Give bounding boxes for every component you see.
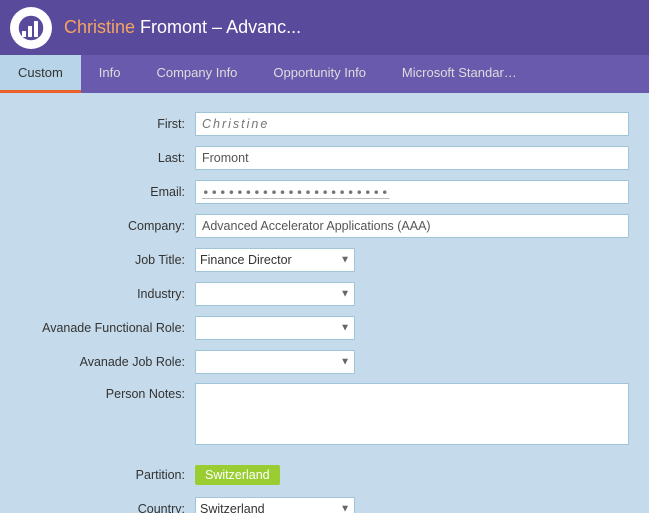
industry-field: ▼ [195,282,629,306]
person-notes-label: Person Notes: [20,383,195,401]
functional-role-select[interactable] [195,316,355,340]
tab-company-info[interactable]: Company Info [138,55,255,93]
email-row: Email: [20,179,629,205]
first-label: First: [20,117,195,131]
job-role-field: ▼ [195,350,629,374]
person-notes-field [195,383,629,448]
company-input[interactable] [195,214,629,238]
tab-bar: Custom Info Company Info Opportunity Inf… [0,55,649,93]
functional-role-select-wrapper: ▼ [195,316,355,340]
last-label: Last: [20,151,195,165]
email-field [195,180,629,204]
app-header: Christine Fromont – Advanc... [0,0,649,55]
person-notes-textarea[interactable] [195,383,629,445]
first-row: First: [20,111,629,137]
job-role-row: Avanade Job Role: ▼ [20,349,629,375]
first-field [195,112,629,136]
industry-select[interactable] [195,282,355,306]
country-field: Switzerland ▼ [195,497,629,513]
job-title-select[interactable]: Finance Director [195,248,355,272]
company-label: Company: [20,219,195,233]
contact-name: Christine [64,17,135,37]
tab-info[interactable]: Info [81,55,139,93]
header-subtitle: Fromont – Advanc... [135,17,301,37]
partition-field: Switzerland [195,465,629,485]
functional-role-field: ▼ [195,316,629,340]
job-role-select-wrapper: ▼ [195,350,355,374]
industry-label: Industry: [20,287,195,301]
company-field [195,214,629,238]
country-select[interactable]: Switzerland [195,497,355,513]
job-title-select-wrapper: Finance Director ▼ [195,248,355,272]
form-content: First: Last: Email: Company: Job Title: … [0,93,649,513]
job-role-select[interactable] [195,350,355,374]
app-logo [10,7,52,49]
partition-row: Partition: Switzerland [20,462,629,488]
job-title-field: Finance Director ▼ [195,248,629,272]
industry-row: Industry: ▼ [20,281,629,307]
last-row: Last: [20,145,629,171]
person-notes-row: Person Notes: [20,383,629,448]
tab-opportunity-info[interactable]: Opportunity Info [255,55,384,93]
company-row: Company: [20,213,629,239]
country-label: Country: [20,502,195,513]
job-title-label: Job Title: [20,253,195,267]
email-input[interactable] [195,180,629,204]
country-row: Country: Switzerland ▼ [20,496,629,513]
industry-select-wrapper: ▼ [195,282,355,306]
functional-role-row: Avanade Functional Role: ▼ [20,315,629,341]
tab-microsoft-standard[interactable]: Microsoft Standar… [384,55,535,93]
header-title: Christine Fromont – Advanc... [64,17,301,38]
job-role-label: Avanade Job Role: [20,355,195,369]
last-input[interactable] [195,146,629,170]
partition-badge: Switzerland [195,465,280,485]
functional-role-label: Avanade Functional Role: [20,321,195,335]
country-select-wrapper: Switzerland ▼ [195,497,355,513]
first-input[interactable] [195,112,629,136]
last-field [195,146,629,170]
partition-label: Partition: [20,468,195,482]
email-label: Email: [20,185,195,199]
job-title-row: Job Title: Finance Director ▼ [20,247,629,273]
tab-custom[interactable]: Custom [0,55,81,93]
